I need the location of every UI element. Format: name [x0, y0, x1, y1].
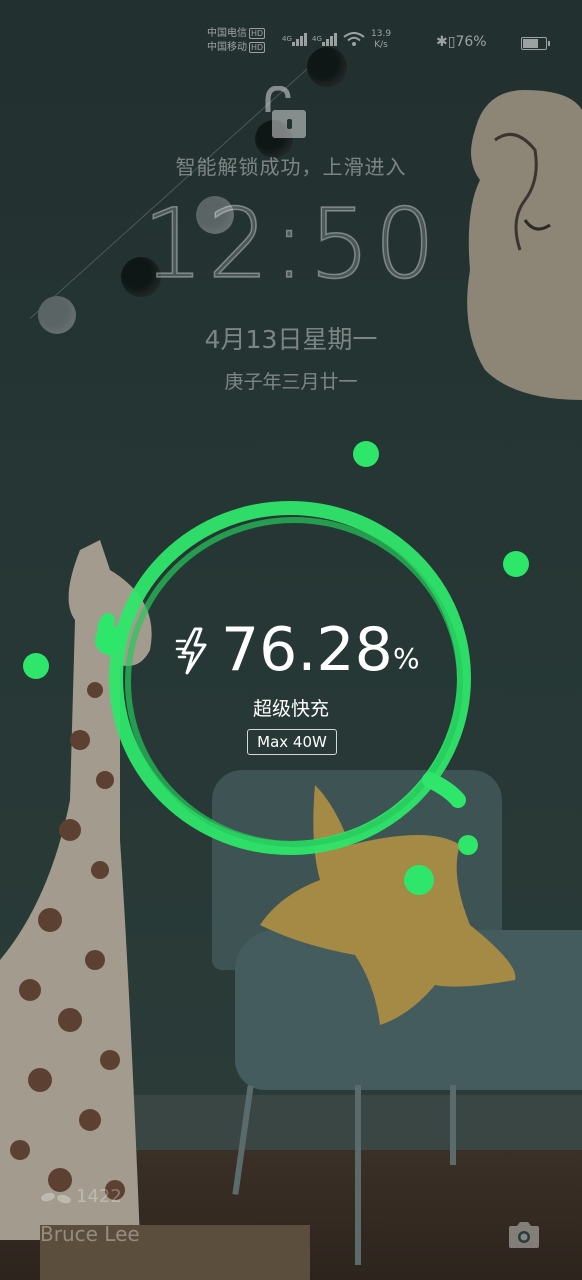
carrier-block: 中国电信 HD 中国移动 HD: [207, 27, 266, 55]
signal-icon: 4G: [282, 33, 307, 46]
battery-percentage-sign: %: [393, 642, 420, 675]
camera-icon[interactable]: [506, 1220, 542, 1250]
status-bar: 中国电信 HD 中国移动 HD 4G 4G 13.9 K/s ✱▯76%: [0, 22, 582, 62]
battery-icon: [521, 37, 550, 50]
wifi-icon: [343, 32, 365, 46]
network-speed-unit: K/s: [374, 40, 388, 50]
super-charge-icon: [175, 627, 207, 675]
unlock-hint: 智能解锁成功，上滑进入: [175, 155, 407, 179]
svg-text:4G: 4G: [282, 35, 292, 43]
lockscreen-date: 4月13日星期一: [204, 325, 378, 354]
giraffe-toy-decoration: [0, 540, 152, 1240]
right-status: ✱▯76%: [436, 34, 487, 50]
carrier-1-label: 中国电信: [207, 28, 247, 39]
carrier-1: 中国电信 HD: [207, 27, 266, 41]
charging-mode-label: 超级快充: [252, 698, 329, 720]
battery-level-fill: [523, 39, 539, 48]
footsteps-icon: [41, 1192, 71, 1204]
owner-name: Bruce Lee: [40, 1222, 140, 1246]
bluetooth-icon: ✱: [436, 34, 448, 50]
carrier-2: 中国移动 HD: [207, 41, 266, 55]
carrier-2-label: 中国移动: [207, 42, 247, 53]
hd-badge: HD: [249, 42, 266, 53]
battery-percentage-value: 76.28: [221, 615, 393, 685]
step-counter: 1422: [40, 1186, 122, 1207]
lunar-date: 庚子年三月廿一: [224, 371, 358, 393]
network-speed-value: 13.9: [371, 29, 392, 39]
max-power-badge: Max 40W: [247, 729, 337, 755]
hd-badge: HD: [249, 28, 266, 39]
network-speed: 13.9 K/s: [371, 29, 391, 51]
battery-percent: 76%: [455, 34, 487, 50]
chair-leg: [450, 1085, 456, 1165]
star-pillow-decoration: [260, 785, 516, 1025]
signal-icon: 4G: [312, 33, 337, 46]
unlocked-padlock-icon: [265, 86, 306, 138]
chair-leg: [355, 1085, 361, 1265]
battery-percentage: 76.28 %: [175, 615, 435, 685]
svg-text:4G: 4G: [312, 35, 322, 43]
lockscreen-clock: 12:50: [142, 187, 440, 301]
step-count: 1422: [76, 1186, 122, 1207]
